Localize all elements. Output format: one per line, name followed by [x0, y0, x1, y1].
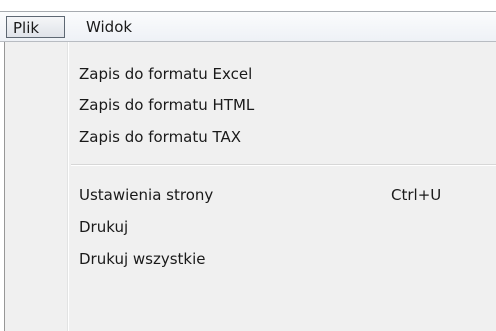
menu-item-shortcut: Ctrl+U: [391, 186, 442, 204]
menu-item-export-tax[interactable]: Zapis do formatu TAX: [5, 122, 496, 152]
plik-dropdown-menu: Zapis do formatu Excel Zapis do formatu …: [4, 42, 496, 331]
menu-bar: Plik Widok: [0, 11, 496, 42]
menu-item-print[interactable]: Drukuj: [5, 212, 496, 242]
menu-item-label: Zapis do formatu TAX: [79, 128, 242, 146]
menu-item-label: Zapis do formatu HTML: [79, 96, 255, 114]
window: Plik Widok Zapis do formatu Excel Zapis …: [0, 0, 496, 331]
menu-item-label: Drukuj: [79, 218, 129, 236]
menu-item-print-all[interactable]: Drukuj wszystkie: [5, 244, 496, 274]
menu-item-page-setup[interactable]: Ustawienia strony Ctrl+U: [5, 180, 496, 210]
menu-item-export-excel[interactable]: Zapis do formatu Excel: [5, 59, 496, 89]
menu-plik[interactable]: Plik: [6, 16, 65, 38]
menu-separator: [71, 164, 496, 166]
menu-item-label: Zapis do formatu Excel: [79, 65, 253, 83]
menu-item-export-html[interactable]: Zapis do formatu HTML: [5, 90, 496, 120]
menu-item-label: Drukuj wszystkie: [79, 250, 206, 268]
menu-item-label: Ustawienia strony: [79, 186, 214, 204]
menu-widok[interactable]: Widok: [80, 16, 138, 38]
